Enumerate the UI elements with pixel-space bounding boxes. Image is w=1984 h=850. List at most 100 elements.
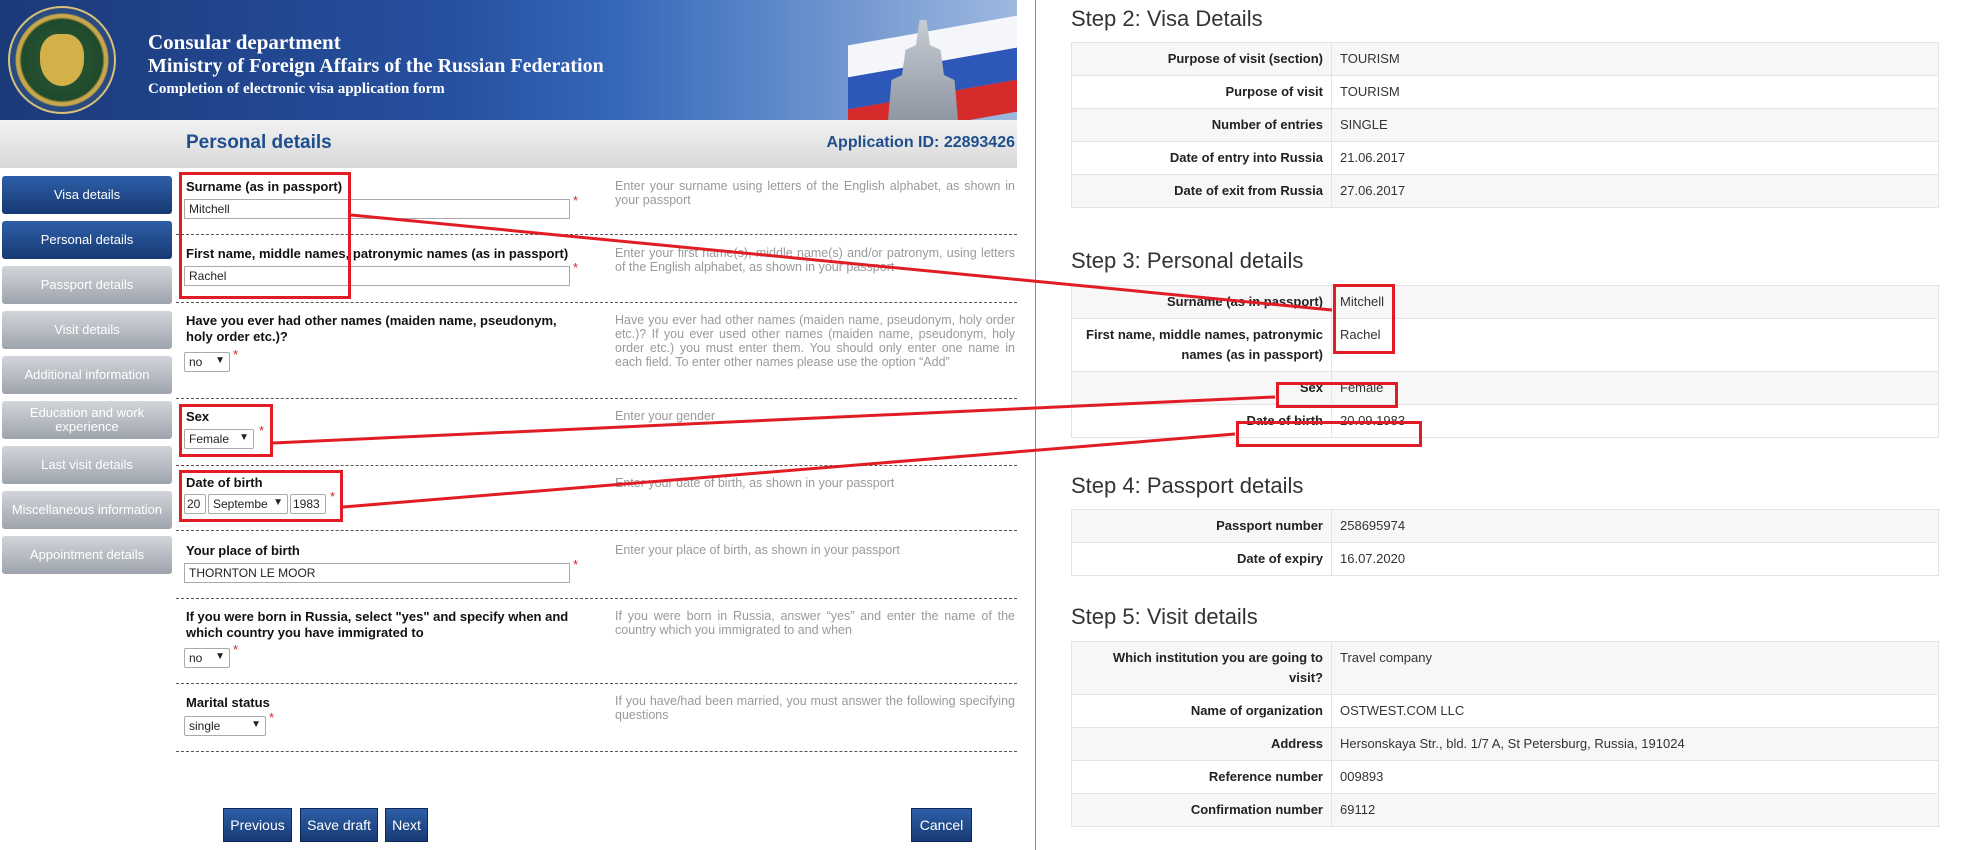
row-key: Date of exit from Russia [1072,175,1332,207]
table-row: Passport number 258695974 [1071,510,1939,543]
row-key: Confirmation number [1072,794,1332,826]
required-mark: * [573,193,579,208]
place-of-birth-input[interactable] [184,563,570,583]
dob-hint: Enter your date of birth, as shown in yo… [615,476,895,490]
row-value: 009893 [1340,769,1384,784]
table-row: Purpose of visit TOURISM [1071,76,1939,109]
highlight-dob-field [179,470,343,522]
row-value: Hersonskaya Str., bld. 1/7 A, St Petersb… [1340,736,1685,751]
step4-title: Step 4: Passport details [1071,473,1304,498]
row-key: Purpose of visit (section) [1072,43,1332,75]
other-names-select[interactable]: no ▼ [184,352,230,372]
sidebar-item-visit-details[interactable]: Visit details [2,311,172,349]
required-mark: * [233,347,239,362]
table-row: Which institution you are going to visit… [1071,642,1939,695]
row-value: OSTWEST.COM LLC [1340,703,1465,718]
place-of-birth-hint: Enter your place of birth, as shown in y… [615,543,900,557]
application-id: Application ID: 22893426 [826,134,1015,151]
row-value: 20.09.1983 [1340,413,1406,428]
row-key: Purpose of visit [1072,76,1332,108]
required-mark: * [233,642,239,657]
row-key: Number of entries [1072,109,1332,141]
other-names-hint: Have you ever had other names (maiden na… [615,313,1015,369]
consular-emblem-logo [8,6,116,114]
table-row: Surname (as in passport) Mitchell [1071,286,1939,319]
divider [176,683,1017,684]
row-value: 16.07.2020 [1340,551,1406,566]
application-summary-panel: Step 2: Visa Details Purpose of visit (s… [1035,0,1984,850]
row-value: SINGLE [1340,117,1388,132]
marital-status-value: single [189,719,221,733]
next-button[interactable]: Next [385,808,428,842]
row-key: Date of entry into Russia [1072,142,1332,174]
banner-title-1: Consular department [148,30,341,54]
divider [176,398,1017,399]
table-row: Reference number 009893 [1071,761,1939,794]
previous-button[interactable]: Previous [223,808,292,842]
sidebar-item-education-work[interactable]: Education and work experience [2,401,172,439]
row-value: 258695974 [1340,518,1406,533]
visa-details-table: Purpose of visit (section) TOURISM Purpos… [1071,42,1939,208]
required-mark: * [269,710,275,725]
row-value: Rachel [1340,327,1381,342]
cancel-button[interactable]: Cancel [911,808,972,842]
sidebar-item-last-visit[interactable]: Last visit details [2,446,172,484]
row-value: Mitchell [1340,294,1385,309]
table-row: Number of entries SINGLE [1071,109,1939,142]
divider [176,598,1017,599]
first-name-hint: Enter your first name(s), middle name(s)… [615,246,1015,274]
row-value: Travel company [1340,650,1432,665]
required-mark: * [573,557,579,572]
save-draft-button[interactable]: Save draft [300,808,378,842]
sidebar-item-passport-details[interactable]: Passport details [2,266,172,304]
banner-title-2: Ministry of Foreign Affairs of the Russi… [148,55,604,77]
marital-status-hint: If you have/had been married, you must a… [615,694,1015,722]
passport-details-table: Passport number 258695974 Date of expiry 1… [1071,509,1939,576]
required-mark: * [573,260,579,275]
row-key: Passport number [1072,510,1332,542]
row-value: Female [1340,380,1384,395]
highlight-summary-name [1333,284,1395,354]
sidebar-item-additional-information[interactable]: Additional information [2,356,172,394]
sex-hint: Enter your gender [615,409,716,423]
row-key: Surname (as in passport) [1072,286,1332,318]
row-key: Reference number [1072,761,1332,793]
born-in-russia-select[interactable]: no ▼ [184,648,230,668]
dropdown-arrow-icon: ▼ [215,355,225,366]
dropdown-arrow-icon: ▼ [215,651,225,662]
sidebar-item-visa-details[interactable]: Visa details [2,176,172,214]
highlight-summary-sex [1276,382,1398,408]
row-value: 27.06.2017 [1340,183,1406,198]
sidebar-item-misc-information[interactable]: Miscellaneous information [2,491,172,529]
marital-status-select[interactable]: single ▼ [184,716,266,736]
divider [176,530,1017,531]
row-key: Date of expiry [1072,543,1332,575]
page-title: Personal details [186,132,332,153]
other-names-label: Have you ever had other names (maiden na… [186,313,557,344]
table-row: Date of entry into Russia 21.06.2017 [1071,142,1939,175]
table-row: Sex Female [1071,372,1939,405]
row-key: Address [1072,728,1332,760]
row-value: TOURISM [1340,84,1400,99]
step2-title: Step 2: Visa Details [1071,6,1263,31]
table-row: Date of birth 20.09.1983 [1071,405,1939,438]
row-key: Which institution you are going to visit… [1072,642,1332,694]
sidebar-item-appointment-details[interactable]: Appointment details [2,536,172,574]
table-row: Date of exit from Russia 27.06.2017 [1071,175,1939,208]
table-row: First name, middle names, patronymic nam… [1071,319,1939,372]
divider [176,302,1017,303]
place-of-birth-label: Your place of birth [186,543,300,558]
visa-form-panel: Consular department Ministry of Foreign … [0,0,1017,850]
header-banner: Consular department Ministry of Foreign … [0,0,1017,120]
sidebar-item-personal-details[interactable]: Personal details [2,221,172,259]
table-row: Date of expiry 16.07.2020 [1071,543,1939,576]
row-value: 69112 [1340,802,1376,817]
divider [176,465,1017,466]
table-row: Confirmation number 69112 [1071,794,1939,827]
born-in-russia-label: If you were born in Russia, select "yes"… [186,609,569,640]
row-value: 21.06.2017 [1340,150,1406,165]
highlight-summary-dob [1236,421,1422,447]
born-in-russia-value: no [189,651,203,665]
marital-status-label: Marital status [186,695,270,710]
surname-hint: Enter your surname using letters of the … [615,179,1015,207]
